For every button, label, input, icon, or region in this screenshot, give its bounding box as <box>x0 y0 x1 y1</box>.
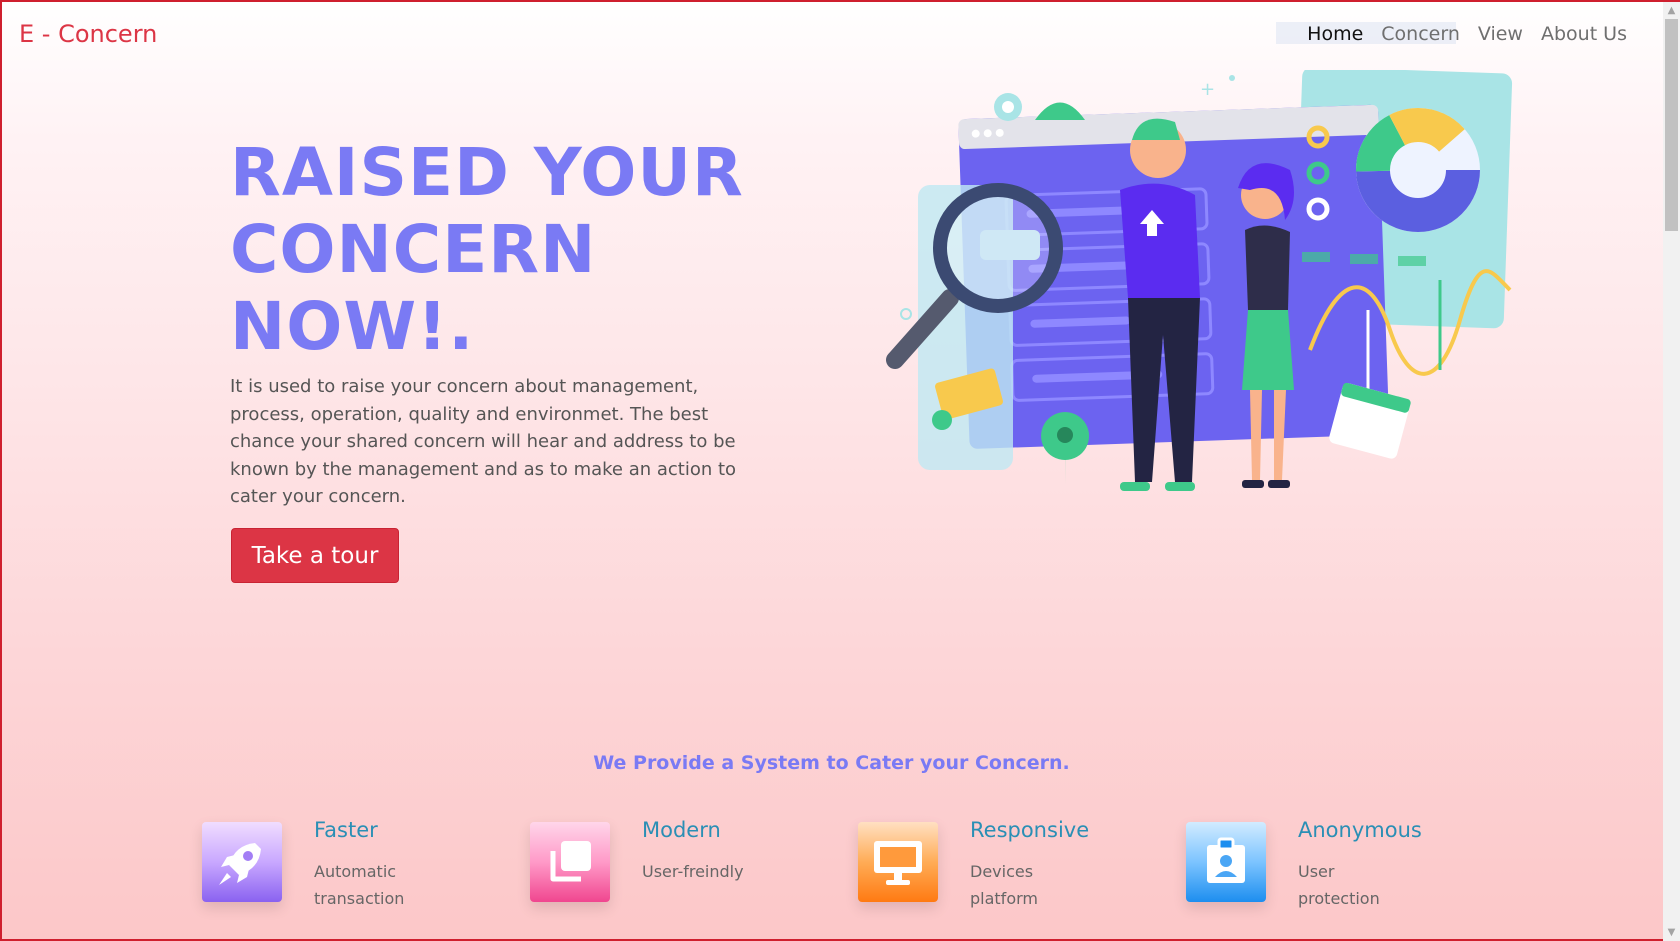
feature-modern: Modern User-freindly <box>530 818 850 928</box>
hero-title: RAISED YOUR CONCERN NOW!. <box>230 134 744 365</box>
scroll-up-arrow-icon[interactable]: ▲ <box>1663 2 1680 19</box>
hero-description: It is used to raise your concern about m… <box>230 376 737 507</box>
nav-link-view[interactable]: View <box>1469 23 1532 45</box>
feature-description: User protection <box>1298 862 1380 908</box>
feature-description: Devices platform <box>970 862 1038 908</box>
scrollbar-thumb[interactable] <box>1665 19 1678 231</box>
monitor-icon <box>858 822 938 902</box>
feature-title: Modern <box>642 818 721 842</box>
svg-text:+: + <box>1200 79 1215 100</box>
layers-icon <box>530 822 610 902</box>
feature-responsive: Responsive Devices platform <box>858 818 1178 928</box>
feature-title: Anonymous <box>1298 818 1422 842</box>
rocket-icon <box>202 822 282 902</box>
services-heading: We Provide a System to Cater your Concer… <box>593 752 1070 774</box>
feature-description: Automatic transaction <box>314 862 405 908</box>
feature-description: User-freindly <box>642 862 744 881</box>
nav-link-concern[interactable]: Concern <box>1372 23 1469 45</box>
feature-anonymous: Anonymous User protection <box>1186 818 1506 928</box>
feature-title: Responsive <box>970 818 1090 842</box>
nav-link-about-us[interactable]: About Us <box>1532 23 1636 45</box>
brand-logo[interactable]: E - Concern <box>19 20 157 48</box>
analytics-team-illustration: + <box>886 70 1513 491</box>
nav-link-home[interactable]: Home <box>1298 23 1372 45</box>
feature-title: Faster <box>314 818 378 842</box>
id-badge-icon <box>1186 822 1266 902</box>
take-a-tour-button[interactable]: Take a tour <box>231 528 399 583</box>
main-nav: Home Concern View About Us <box>1298 23 1636 45</box>
scroll-down-arrow-icon[interactable]: ▼ <box>1663 924 1680 941</box>
feature-faster: Faster Automatic transaction <box>202 818 522 928</box>
vertical-scrollbar[interactable]: ▲ ▼ <box>1663 2 1680 941</box>
